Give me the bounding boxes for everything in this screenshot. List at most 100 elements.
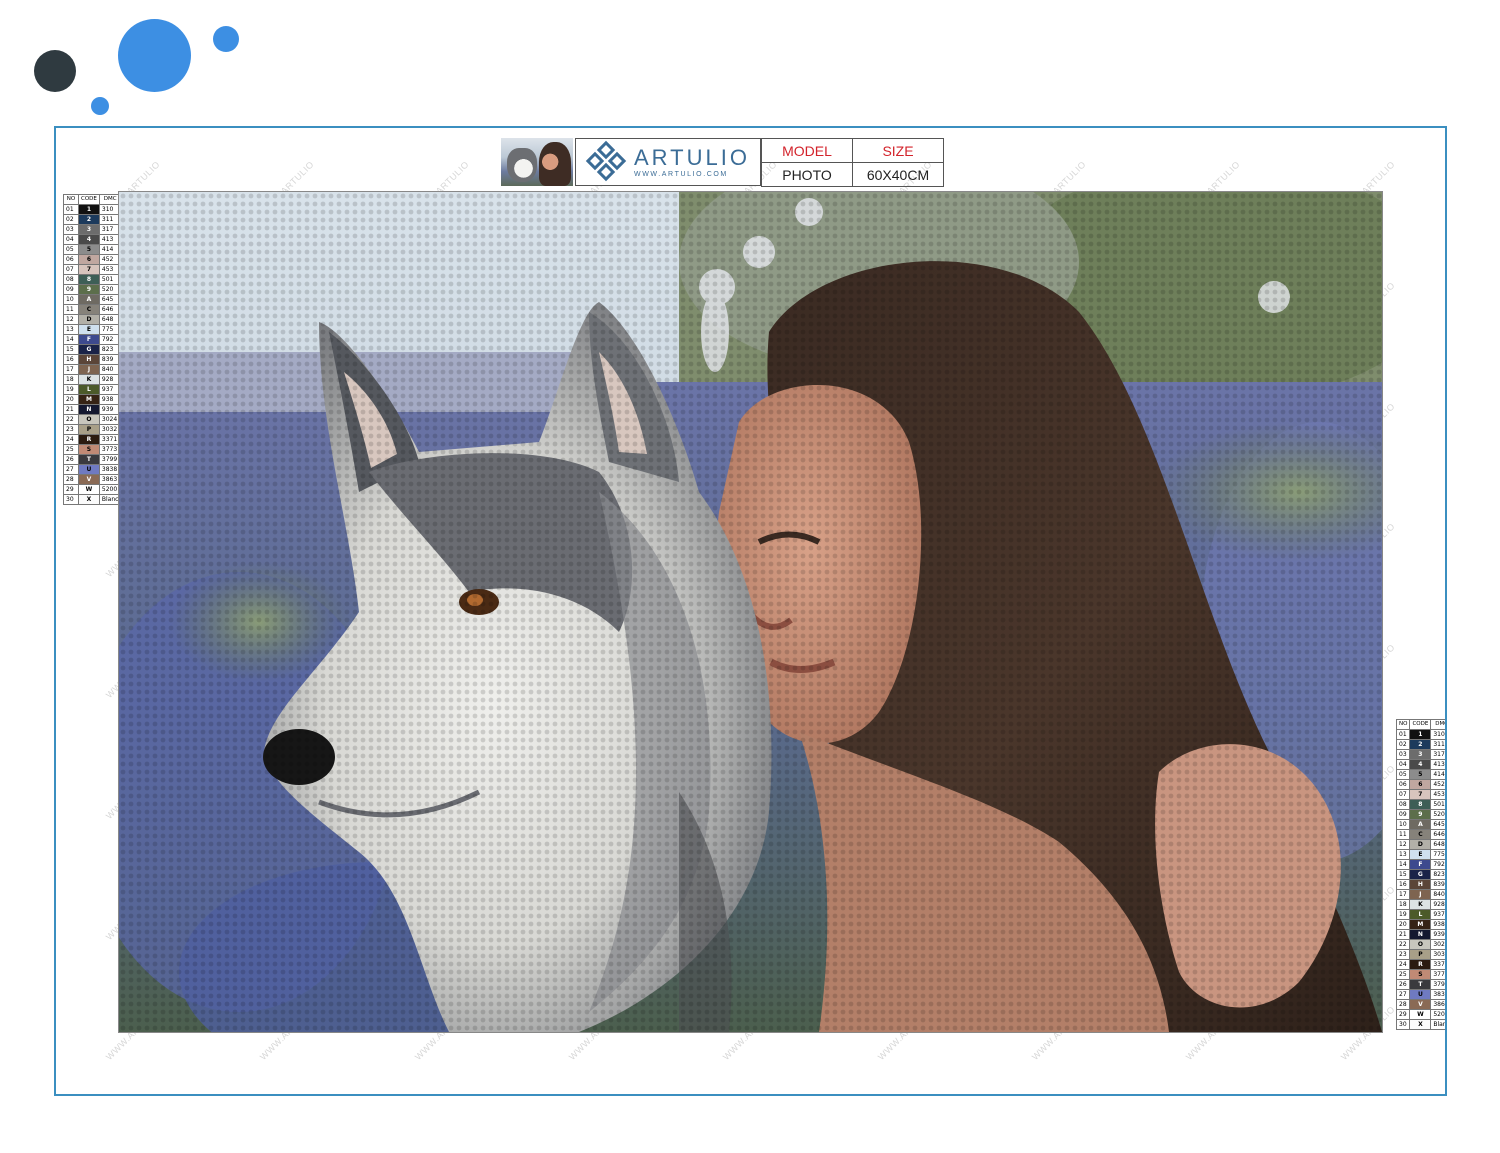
legend-number: 11 xyxy=(63,304,79,315)
legend-number: 06 xyxy=(63,254,79,265)
legend-row: 12 D 648 xyxy=(1395,839,1445,850)
legend-row: 09 9 520 xyxy=(63,284,122,295)
legend-row: 17 J 840 xyxy=(63,364,122,375)
legend-symbol-swatch: G xyxy=(78,344,100,355)
legend-number: 16 xyxy=(1395,879,1411,890)
legend-symbol-swatch: X xyxy=(78,494,100,505)
legend-row: 16 H 839 xyxy=(1395,879,1445,890)
legend-number: 27 xyxy=(63,464,79,475)
pattern-sheet: WWW.ARTULIO WWW.ARTULIO WWW.ARTULIO WWW.ART… xyxy=(54,126,1447,1096)
legend-symbol-swatch: K xyxy=(1409,899,1432,910)
legend-row: 19 L 937 xyxy=(1395,909,1445,920)
legend-number: 25 xyxy=(1395,969,1411,980)
legend-number: 20 xyxy=(1395,919,1411,930)
legend-row: 02 2 311 xyxy=(63,214,122,225)
legend-symbol-swatch: P xyxy=(1409,949,1432,960)
legend-symbol-swatch: O xyxy=(78,414,100,425)
legend-dmc-code: 3863 xyxy=(1430,999,1445,1010)
preview-thumbnail xyxy=(501,138,573,186)
legend-number: 04 xyxy=(1395,759,1411,770)
legend-number: 10 xyxy=(63,294,79,305)
legend-symbol-swatch: A xyxy=(78,294,100,305)
legend-number: 24 xyxy=(63,434,79,445)
legend-number: 27 xyxy=(1395,989,1411,1000)
legend-dmc-code: 3371 xyxy=(1430,959,1445,970)
legend-row: 30XBlanc xyxy=(1395,1019,1445,1030)
brand-name: ARTULIO xyxy=(634,144,750,170)
legend-row: 01 1 310 xyxy=(1395,729,1445,740)
legend-row: 24R3371 xyxy=(63,434,122,445)
legend-number: 12 xyxy=(63,314,79,325)
legend-row: 16 H 839 xyxy=(63,354,122,365)
legend-number: 14 xyxy=(1395,859,1411,870)
legend-number: 04 xyxy=(63,234,79,245)
legend-row: 04 4 413 xyxy=(63,234,122,245)
legend-number: 28 xyxy=(1395,999,1411,1010)
legend-symbol-swatch: 4 xyxy=(78,234,100,245)
legend-symbol-swatch: H xyxy=(1409,879,1432,890)
legend-symbol-swatch: 6 xyxy=(78,254,100,265)
legend-row: 07 7 453 xyxy=(63,264,122,275)
legend-symbol-swatch: J xyxy=(78,364,100,375)
legend-row: 02 2 311 xyxy=(1395,739,1445,750)
legend-row: 05 5 414 xyxy=(63,244,122,255)
legend-row: 21 N 939 xyxy=(1395,929,1445,940)
spec-table: MODEL SIZE PHOTO 60X40CM xyxy=(761,138,944,187)
legend-row: 14 F 792 xyxy=(1395,859,1445,870)
legend-row: 13 E 775 xyxy=(63,324,122,335)
legend-row: 05 5 414 xyxy=(1395,769,1445,780)
brand-logo-box: ARTULIO WWW.ARTULIO.COM xyxy=(575,138,761,186)
diamond-painting-chart xyxy=(118,191,1383,1033)
legend-symbol-swatch: O xyxy=(1409,939,1432,950)
legend-number: 28 xyxy=(63,474,79,485)
legend-number: 19 xyxy=(63,384,79,395)
legend-symbol-swatch: W xyxy=(1409,1009,1432,1020)
legend-symbol-swatch: F xyxy=(78,334,100,345)
legend-row: 10 A 645 xyxy=(1395,819,1445,830)
legend-dmc-code: Blanc xyxy=(1430,1019,1445,1030)
legend-symbol-swatch: R xyxy=(1409,959,1432,970)
legend-symbol-swatch: C xyxy=(1409,829,1432,840)
legend-dmc-code: 840 xyxy=(1430,889,1445,900)
legend-number: 29 xyxy=(63,484,79,495)
legend-row: 08 8 501 xyxy=(1395,799,1445,810)
legend-symbol-swatch: P xyxy=(78,424,100,435)
legend-symbol-swatch: X xyxy=(1409,1019,1432,1030)
legend-number: 16 xyxy=(63,354,79,365)
legend-header-code: CODE xyxy=(1409,719,1432,730)
legend-symbol-swatch: S xyxy=(1409,969,1432,980)
legend-symbol-swatch: V xyxy=(78,474,100,485)
model-value: PHOTO xyxy=(761,162,853,187)
legend-row: 15 G 823 xyxy=(1395,869,1445,880)
pattern-image xyxy=(119,192,1382,1032)
legend-number: 03 xyxy=(1395,749,1411,760)
legend-number: 30 xyxy=(63,494,79,505)
legend-symbol-swatch: 7 xyxy=(1409,789,1432,800)
size-label: SIZE xyxy=(852,138,944,163)
legend-dmc-code: 938 xyxy=(1430,919,1445,930)
legend-number: 11 xyxy=(1395,829,1411,840)
legend-row: 18 K 928 xyxy=(1395,899,1445,910)
legend-symbol-swatch: E xyxy=(1409,849,1432,860)
legend-number: 13 xyxy=(63,324,79,335)
legend-symbol-swatch: 6 xyxy=(1409,779,1432,790)
legend-symbol-swatch: S xyxy=(78,444,100,455)
legend-dmc-code: 646 xyxy=(1430,829,1445,840)
legend-header-row: NO CODE DMC xyxy=(1395,719,1445,730)
legend-number: 09 xyxy=(63,284,79,295)
thumbnail-girl xyxy=(539,142,571,186)
legend-header-code: CODE xyxy=(78,194,100,205)
legend-dmc-code: 5200 xyxy=(1430,1009,1445,1020)
legend-symbol-swatch: M xyxy=(1409,919,1432,930)
legend-dmc-code: 520 xyxy=(1430,809,1445,820)
legend-dmc-code: 3032 xyxy=(1430,949,1445,960)
legend-dmc-code: 501 xyxy=(1430,799,1445,810)
legend-number: 15 xyxy=(63,344,79,355)
legend-row: 01 1 310 xyxy=(63,204,122,215)
legend-number: 05 xyxy=(1395,769,1411,780)
legend-number: 07 xyxy=(63,264,79,275)
legend-number: 25 xyxy=(63,444,79,455)
legend-row: 23P3032 xyxy=(1395,949,1445,960)
legend-row: 20 M 938 xyxy=(63,394,122,405)
legend-row: 11 C 646 xyxy=(1395,829,1445,840)
